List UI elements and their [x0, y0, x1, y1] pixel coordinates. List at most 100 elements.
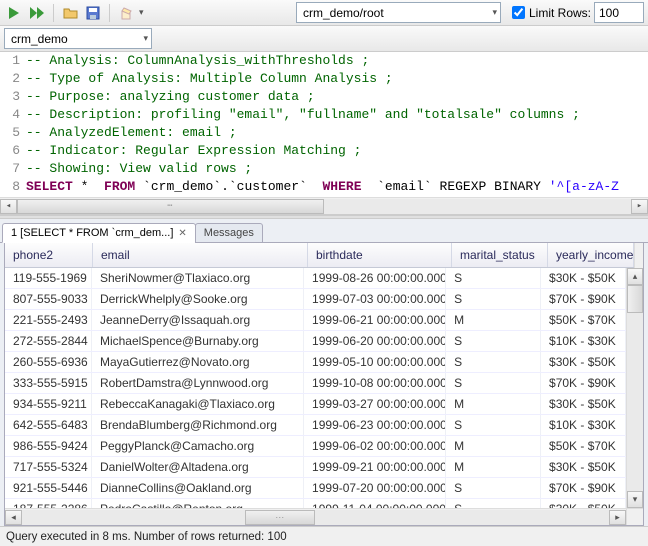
cell[interactable]: 1999-08-26 00:00:00.000	[304, 268, 446, 288]
scroll-track[interactable]: ⋯	[22, 510, 609, 525]
cell[interactable]: M	[446, 310, 541, 330]
line-code[interactable]: -- Showing: View valid rows ;	[26, 160, 648, 178]
cell[interactable]: S	[446, 268, 541, 288]
open-file-icon[interactable]	[60, 3, 80, 23]
close-icon[interactable]: ✕	[178, 228, 186, 239]
cell[interactable]: 986-555-9424	[5, 436, 92, 456]
cell[interactable]: 119-555-1969	[5, 268, 92, 288]
table-row[interactable]: 934-555-9211RebeccaKanagaki@Tlaxiaco.org…	[5, 394, 626, 415]
cell[interactable]: PeggyPlanck@Camacho.org	[92, 436, 304, 456]
limit-rows-checkbox[interactable]: Limit Rows:	[512, 6, 591, 20]
cell[interactable]: 221-555-2493	[5, 310, 92, 330]
limit-rows-check[interactable]	[512, 6, 525, 19]
cell[interactable]: S	[446, 499, 541, 508]
dropdown-icon[interactable]: ▾	[139, 7, 144, 18]
cell[interactable]: $50K - $70K	[541, 436, 626, 456]
table-row[interactable]: 986-555-9424PeggyPlanck@Camacho.org1999-…	[5, 436, 626, 457]
line-code[interactable]: -- Type of Analysis: Multiple Column Ana…	[26, 70, 648, 88]
scroll-left-icon[interactable]: ◂	[5, 510, 22, 525]
tab-messages[interactable]: Messages	[195, 223, 263, 243]
cell[interactable]: RobertDamstra@Lynnwood.org	[92, 373, 304, 393]
schema-selector[interactable]: crm_demo/root ▾	[296, 2, 501, 23]
cell[interactable]: MayaGutierrez@Novato.org	[92, 352, 304, 372]
cell[interactable]: S	[446, 331, 541, 351]
cell[interactable]: RebeccaKanagaki@Tlaxiaco.org	[92, 394, 304, 414]
cell[interactable]: MichaelSpence@Burnaby.org	[92, 331, 304, 351]
cell[interactable]: $30K - $50K	[541, 457, 626, 477]
grid-horizontal-scrollbar[interactable]: ◂ ⋯ ▸	[5, 509, 626, 526]
cell[interactable]: 1999-05-10 00:00:00.000	[304, 352, 446, 372]
scroll-down-icon[interactable]: ▾	[627, 491, 643, 508]
table-row[interactable]: 272-555-2844MichaelSpence@Burnaby.org199…	[5, 331, 626, 352]
editor-horizontal-scrollbar[interactable]: ◂ ⋯ ▸	[0, 197, 648, 214]
cell[interactable]: BrendaBlumberg@Richmond.org	[92, 415, 304, 435]
cell[interactable]: 187-555-2286	[5, 499, 92, 508]
cell[interactable]: $70K - $90K	[541, 289, 626, 309]
execute-all-icon[interactable]	[27, 3, 47, 23]
editor-line[interactable]: 7-- Showing: View valid rows ;	[0, 160, 648, 178]
clear-icon[interactable]	[116, 3, 136, 23]
cell[interactable]: 1999-09-21 00:00:00.000	[304, 457, 446, 477]
cell[interactable]: $30K - $50K	[541, 352, 626, 372]
table-row[interactable]: 807-555-9033DerrickWhelply@Sooke.org1999…	[5, 289, 626, 310]
cell[interactable]: $70K - $90K	[541, 373, 626, 393]
cell[interactable]: $30K - $50K	[541, 394, 626, 414]
editor-line[interactable]: 2-- Type of Analysis: Multiple Column An…	[0, 70, 648, 88]
table-row[interactable]: 260-555-6936MayaGutierrez@Novato.org1999…	[5, 352, 626, 373]
cell[interactable]: 921-555-5446	[5, 478, 92, 498]
cell[interactable]: 642-555-6483	[5, 415, 92, 435]
column-header-email[interactable]: email	[93, 243, 308, 267]
cell[interactable]: 333-555-5915	[5, 373, 92, 393]
execute-icon[interactable]	[4, 3, 24, 23]
save-icon[interactable]	[83, 3, 103, 23]
editor-line[interactable]: 4-- Description: profiling "email", "ful…	[0, 106, 648, 124]
column-header-phone2[interactable]: phone2	[5, 243, 93, 267]
grid-vertical-scrollbar[interactable]: ▴ ▾	[626, 268, 643, 508]
cell[interactable]: S	[446, 415, 541, 435]
table-row[interactable]: 717-555-5324DanielWolter@Altadena.org199…	[5, 457, 626, 478]
tab-result-1[interactable]: 1 [SELECT * FROM `crm_dem...] ✕	[2, 223, 196, 243]
cell[interactable]: $10K - $30K	[541, 331, 626, 351]
cell[interactable]: $10K - $30K	[541, 415, 626, 435]
scroll-right-icon[interactable]: ▸	[609, 510, 626, 525]
editor-line[interactable]: 1-- Analysis: ColumnAnalysis_withThresho…	[0, 52, 648, 70]
cell[interactable]: 1999-06-02 00:00:00.000	[304, 436, 446, 456]
cell[interactable]: $30K - $50K	[541, 268, 626, 288]
cell[interactable]: PedroCastillo@Renton.org	[92, 499, 304, 508]
cell[interactable]: 1999-11-04 00:00:00.000	[304, 499, 446, 508]
scroll-thumb[interactable]: ⋯	[245, 510, 315, 525]
cell[interactable]: 1999-10-08 00:00:00.000	[304, 373, 446, 393]
cell[interactable]: 1999-07-03 00:00:00.000	[304, 289, 446, 309]
limit-rows-input[interactable]	[594, 2, 644, 23]
line-code[interactable]: -- AnalyzedElement: email ;	[26, 124, 648, 142]
cell[interactable]: M	[446, 394, 541, 414]
line-code[interactable]: -- Analysis: ColumnAnalysis_withThreshol…	[26, 52, 648, 70]
cell[interactable]: M	[446, 436, 541, 456]
column-header-birthdate[interactable]: birthdate	[308, 243, 452, 267]
cell[interactable]: DianneCollins@Oakland.org	[92, 478, 304, 498]
cell[interactable]: S	[446, 373, 541, 393]
table-row[interactable]: 921-555-5446DianneCollins@Oakland.org199…	[5, 478, 626, 499]
table-row[interactable]: 221-555-2493JeanneDerry@Issaquah.org1999…	[5, 310, 626, 331]
grid-body[interactable]: 119-555-1969SheriNowmer@Tlaxiaco.org1999…	[5, 268, 626, 508]
scroll-up-icon[interactable]: ▴	[627, 268, 643, 285]
column-header-yearly_income[interactable]: yearly_income	[548, 243, 634, 267]
cell[interactable]: 272-555-2844	[5, 331, 92, 351]
cell[interactable]: $50K - $70K	[541, 310, 626, 330]
cell[interactable]: $70K - $90K	[541, 478, 626, 498]
cell[interactable]: S	[446, 289, 541, 309]
cell[interactable]: 807-555-9033	[5, 289, 92, 309]
editor-line[interactable]: 5-- AnalyzedElement: email ;	[0, 124, 648, 142]
cell[interactable]: M	[446, 457, 541, 477]
cell[interactable]: 1999-06-23 00:00:00.000	[304, 415, 446, 435]
editor-line[interactable]: 6-- Indicator: Regular Expression Matchi…	[0, 142, 648, 160]
scroll-thumb[interactable]: ⋯	[17, 199, 324, 214]
cell[interactable]: 1999-06-21 00:00:00.000	[304, 310, 446, 330]
cell[interactable]: 717-555-5324	[5, 457, 92, 477]
cell[interactable]: JeanneDerry@Issaquah.org	[92, 310, 304, 330]
table-row[interactable]: 642-555-6483BrendaBlumberg@Richmond.org1…	[5, 415, 626, 436]
column-header-marital_status[interactable]: marital_status	[452, 243, 548, 267]
cell[interactable]: S	[446, 352, 541, 372]
scroll-left-icon[interactable]: ◂	[0, 199, 17, 214]
scroll-thumb[interactable]	[627, 285, 643, 313]
